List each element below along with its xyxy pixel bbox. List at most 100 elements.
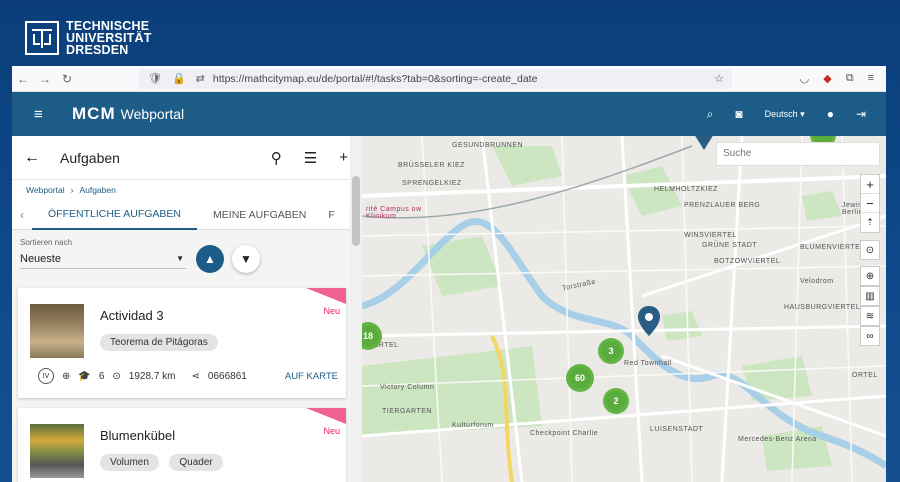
app-header: ≡ MCM Webportal ⌕ ◙ Deutsch ▾ ● ⇥ [12, 92, 886, 136]
map-label: Checkpoint Charlie [530, 430, 599, 437]
mortarboard-icon: 🎓 [78, 370, 91, 382]
task-code: 0666861 [207, 370, 247, 382]
filter-icon[interactable]: ☰ [304, 149, 317, 167]
tud-logo: TECHNISCHE UNIVERSITÄT DRESDEN [24, 20, 152, 56]
building-icon[interactable]: ▥ [860, 286, 880, 306]
link-icon[interactable]: ∞ [860, 326, 880, 346]
panel-header: ← Aufgaben ⚲ ☰ + [12, 136, 362, 180]
tud-line3: DRESDEN [66, 43, 129, 57]
scrollbar-thumb[interactable] [352, 176, 360, 246]
user-icon[interactable]: ● [827, 107, 834, 121]
panel-scrollbar[interactable] [350, 136, 362, 482]
dropdown-arrow-icon: ▼ [176, 254, 184, 263]
zoom-in-icon[interactable]: + [861, 175, 879, 194]
map-label: Red Townhall [624, 360, 672, 367]
menu-icon[interactable]: ≡ [868, 72, 874, 85]
zoom-out-icon[interactable]: − [861, 194, 879, 213]
map-label: LUISENSTADT [650, 426, 704, 433]
logo-mcm: MCM [72, 104, 116, 123]
map-marker-icon[interactable] [694, 136, 714, 150]
reload-icon[interactable]: ↻ [56, 72, 78, 86]
breadcrumb: Webportal › Aufgaben [12, 180, 362, 200]
map-search-input[interactable]: Suche [716, 142, 880, 166]
map-label: WINSVIERTEL [684, 232, 737, 239]
sort-select[interactable]: Neueste ▼ [20, 249, 186, 269]
tab-more[interactable]: F [322, 200, 340, 230]
sort-descending-button[interactable]: ▼ [232, 245, 260, 273]
map-cluster[interactable]: 2 [603, 388, 629, 414]
permissions-icon[interactable]: ⇄ [196, 72, 205, 85]
layers-icon[interactable]: ≋ [860, 306, 880, 326]
map-label: ORTEL [852, 372, 878, 379]
shield-icon[interactable]: 🛡 [148, 72, 162, 85]
distance-value: 1928.7 km [128, 370, 176, 382]
map-label: SPRENGELKIEZ [402, 180, 462, 187]
map-label: PRENZLAUER BERG [684, 202, 761, 209]
compass-icon[interactable]: ⇡ [861, 213, 879, 232]
browser-window: ← → ↻ 🛡 🔒 ⇄ https://mathcitymap.eu/de/po… [12, 66, 886, 482]
map-label: BRÜSSELER KIEZ [398, 162, 465, 169]
map-label: Mercedes-Benz Arena [738, 436, 817, 443]
panel-title: Aufgaben [60, 149, 120, 166]
address-bar[interactable]: 🛡 🔒 ⇄ https://mathcitymap.eu/de/portal/#… [138, 68, 732, 89]
tasks-panel: ← Aufgaben ⚲ ☰ + Webportal › Aufgaben ‹ … [12, 136, 362, 482]
tab-my-tasks[interactable]: MEINE AUFGABEN [197, 200, 322, 230]
location-target-icon: ⊙ [112, 370, 121, 382]
bookmark-star-icon[interactable]: ☆ [714, 72, 732, 85]
map-label: TIERGARTEN [382, 408, 432, 415]
task-card[interactable]: Blumenkübel Volumen Quader Neu [18, 408, 346, 482]
map-label: HELMHOLTZKIEZ [654, 186, 718, 193]
zoom-control: + − ⇡ [860, 174, 880, 233]
globe-icon[interactable]: ⊕ [860, 266, 880, 286]
app-logo[interactable]: MCM Webportal [72, 104, 184, 124]
task-title: Actividad 3 [100, 308, 164, 323]
breadcrumb-webportal[interactable]: Webportal [26, 185, 65, 195]
add-icon[interactable]: + [339, 149, 348, 167]
map-label: GRÜNE STADT [702, 242, 758, 249]
map-cluster[interactable]: 60 [566, 364, 594, 392]
search-icon[interactable]: ⚲ [271, 149, 282, 167]
sort-ascending-button[interactable]: ▲ [196, 245, 224, 273]
locate-icon[interactable]: ⊙ [860, 240, 880, 260]
points-value: 6 [98, 370, 105, 382]
map-view[interactable]: GESUNDBRUNNEN BRÜSSELER KIEZ SPRENGELKIE… [362, 136, 886, 482]
sort-label: Sortieren nach [20, 238, 73, 247]
map-cluster[interactable]: 3 [598, 338, 624, 364]
map-label: Velodrom [800, 278, 834, 285]
breadcrumb-separator-icon: › [70, 185, 74, 195]
map-label: Kulturforum [452, 422, 494, 429]
pocket-icon[interactable]: ◡ [800, 72, 810, 85]
back-icon[interactable]: ← [24, 149, 48, 167]
task-thumbnail [30, 304, 84, 358]
breadcrumb-aufgaben[interactable]: Aufgaben [79, 185, 115, 195]
tud-emblem-icon [25, 21, 59, 55]
task-meta: IV ⊕ 🎓 6 ⊙ 1928.7 km ⋖ 0666861 AUF KARTE [38, 368, 338, 384]
camera-icon[interactable]: ◙ [735, 107, 742, 121]
lock-icon[interactable]: 🔒 [172, 72, 186, 85]
browser-toolbar: ← → ↻ 🛡 🔒 ⇄ https://mathcitymap.eu/de/po… [12, 66, 886, 92]
language-select[interactable]: Deutsch ▾ [765, 109, 805, 120]
share-icon[interactable]: ⋖ [192, 371, 200, 382]
extensions-icon[interactable]: ⧉ [846, 72, 854, 85]
task-tag: Quader [169, 454, 223, 471]
forward-arrow-icon[interactable]: → [34, 72, 56, 86]
map-marker-icon[interactable] [638, 306, 660, 336]
back-arrow-icon[interactable]: ← [12, 72, 34, 86]
chevron-left-icon[interactable]: ‹ [12, 208, 32, 222]
logout-icon[interactable]: ⇥ [856, 107, 866, 121]
tab-public-tasks[interactable]: ÖFFENTLICHE AUFGABEN [32, 200, 198, 230]
new-corner-ribbon [306, 408, 346, 424]
new-badge: Neu [323, 426, 340, 436]
map-label: GESUNDBRUNNEN [452, 142, 524, 149]
task-card[interactable]: Actividad 3 Teorema de Pitágoras Neu IV … [18, 288, 346, 398]
search-icon[interactable]: ⌕ [707, 107, 714, 122]
hamburger-menu-icon[interactable]: ≡ [34, 106, 60, 123]
ublock-icon[interactable]: ◆ [823, 72, 831, 85]
task-tag: Volumen [100, 454, 159, 471]
grade-icon: IV [38, 368, 54, 384]
map-label: HAUSBURGVIERTEL [784, 304, 861, 311]
logo-webportal: Webportal [120, 106, 185, 122]
show-on-map-link[interactable]: AUF KARTE [285, 371, 338, 382]
map-label: BLUMENVIERTEL [800, 244, 865, 251]
map-label: rité Campus ow Klinikum [366, 206, 422, 220]
